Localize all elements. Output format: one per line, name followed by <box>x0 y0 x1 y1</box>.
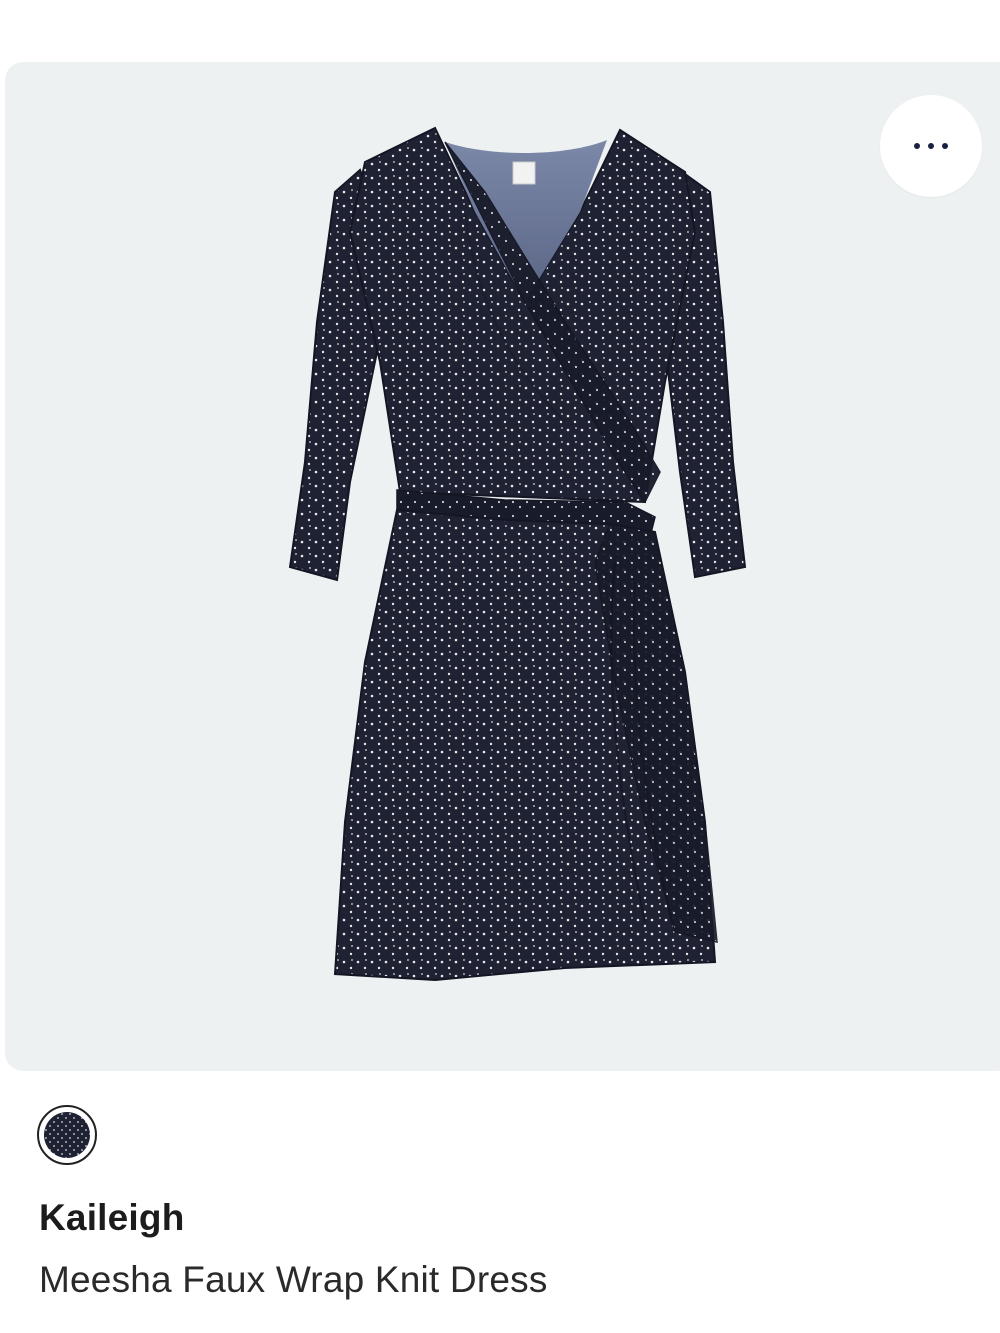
product-card[interactable] <box>5 62 1000 1071</box>
brand-name: Kaileigh <box>39 1197 185 1238</box>
more-options-button[interactable] <box>880 95 982 197</box>
product-image[interactable] <box>5 62 1000 1071</box>
color-swatch[interactable] <box>37 1105 97 1165</box>
more-horizontal-icon <box>910 143 952 149</box>
product-name: Meesha Faux Wrap Knit Dress <box>39 1259 548 1300</box>
product-tile: Kaileigh Meesha Faux Wrap Knit Dress <box>0 0 1000 1333</box>
swatch-pattern <box>44 1112 90 1158</box>
